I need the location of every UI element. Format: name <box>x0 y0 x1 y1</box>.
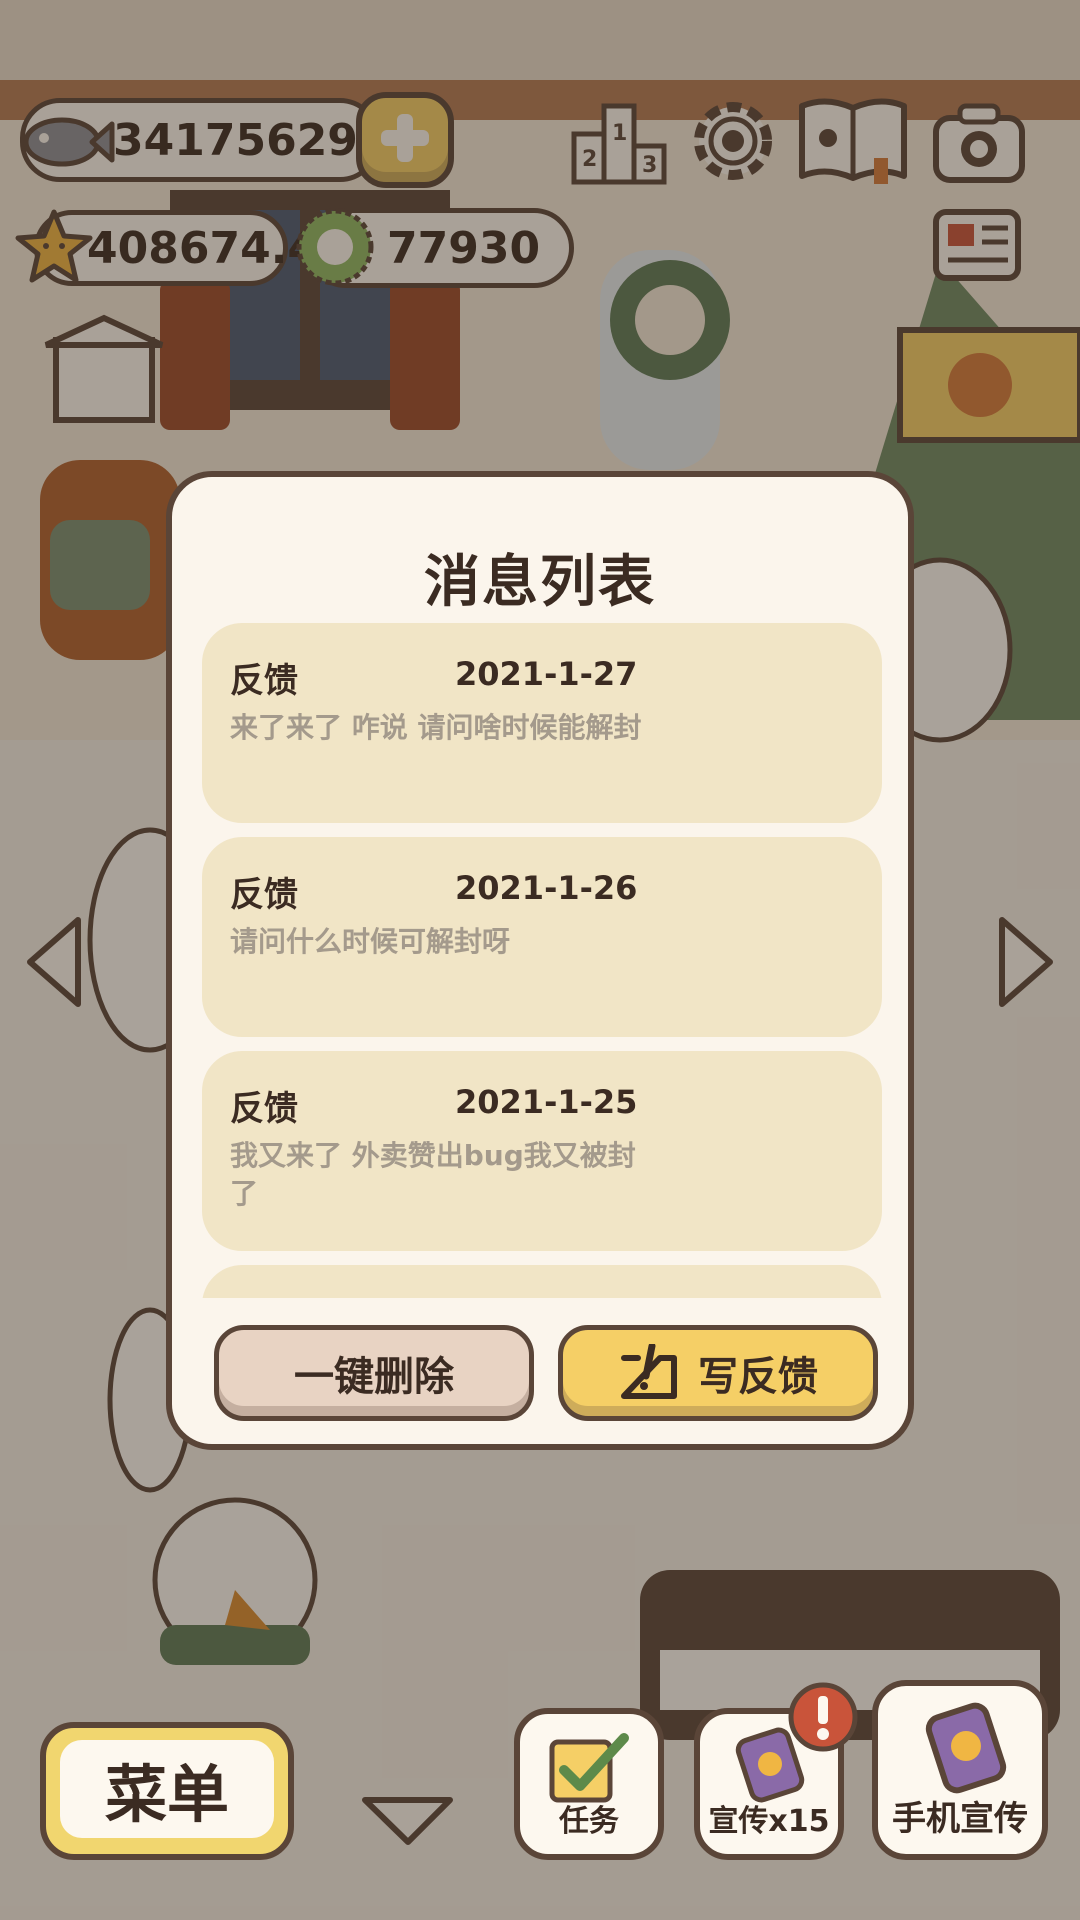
message-card[interactable]: 反馈 2021-1-26 请问什么时候可解封呀 <box>202 837 882 1037</box>
task-button[interactable]: 任务 <box>514 1708 664 1860</box>
promo-label: 宣传x15 <box>708 1804 830 1839</box>
phone-promo-label: 手机宣传 <box>892 1799 1028 1839</box>
message-body: 请问什么时候可解封呀 <box>230 925 511 958</box>
message-date: 2021-1-25 <box>455 1083 638 1121</box>
message-card[interactable]: 反馈 2021-1-27 来了来了 咋说 请问啥时候能解封 <box>202 623 882 823</box>
message-date: 2021-1-26 <box>455 869 638 907</box>
phone-promo-icon <box>925 1702 1007 1794</box>
message-list-dialog: 消息列表 反馈 2021-1-27 来了来了 咋说 请问啥时候能解封 反馈 20… <box>166 471 914 1450</box>
message-date: 2021-1-27 <box>455 655 638 693</box>
dialog-title: 消息列表 <box>424 550 656 615</box>
task-label: 任务 <box>559 1804 619 1839</box>
delete-all-label: 一键删除 <box>294 1354 454 1400</box>
message-type: 反馈 <box>230 661 298 701</box>
write-feedback-button[interactable]: 写反馈 <box>558 1325 878 1421</box>
message-list[interactable]: 反馈 2021-1-27 来了来了 咋说 请问啥时候能解封 反馈 2021-1-… <box>202 623 882 1298</box>
message-card[interactable]: 反馈 2021-1-25 我又来了 外卖赞出bug我又被封了 <box>202 1051 882 1251</box>
message-body: 我又来了 外卖赞出bug我又被封了 <box>230 1139 636 1210</box>
menu-label: 菜单 <box>104 1758 229 1831</box>
alert-badge-icon <box>788 1682 858 1752</box>
message-body: 来了来了 咋说 请问啥时候能解封 <box>230 711 642 744</box>
menu-button[interactable]: 菜单 <box>40 1722 294 1860</box>
feedback-icon <box>621 1344 677 1399</box>
write-feedback-label: 写反馈 <box>698 1354 818 1400</box>
checklist-icon <box>549 1733 629 1803</box>
delete-all-button[interactable]: 一键删除 <box>214 1325 534 1421</box>
message-type: 反馈 <box>230 875 298 915</box>
message-card-partial[interactable] <box>202 1265 882 1298</box>
phone-promo-button[interactable]: 手机宣传 <box>872 1680 1048 1860</box>
message-type: 反馈 <box>230 1089 298 1129</box>
